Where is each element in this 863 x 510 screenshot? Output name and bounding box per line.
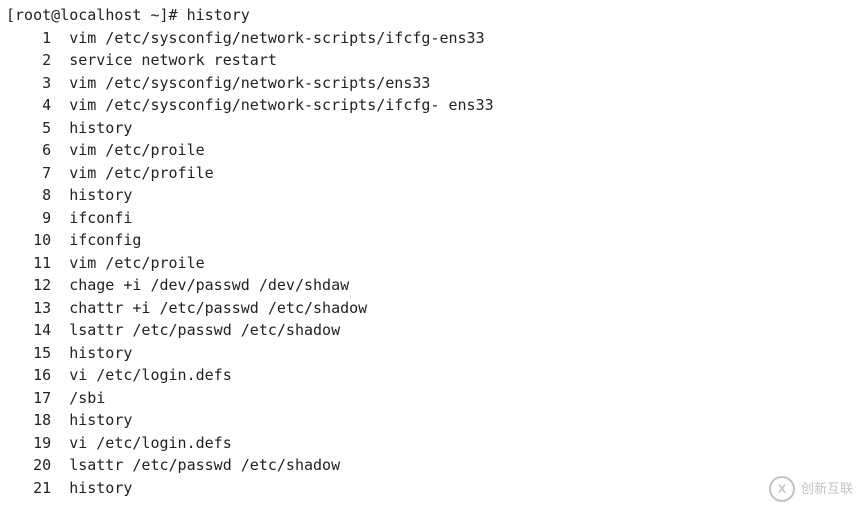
history-row: 12chage +i /dev/passwd /dev/shdaw — [6, 274, 857, 297]
history-row: 10ifconfig — [6, 229, 857, 252]
history-line-number: 1 — [6, 27, 69, 50]
history-command: ifconfi — [69, 207, 132, 230]
history-line-number: 20 — [6, 454, 69, 477]
history-command: vim /etc/sysconfig/network-scripts/ifcfg… — [69, 27, 484, 50]
history-line-number: 17 — [6, 387, 69, 410]
history-row: 4vim /etc/sysconfig/network-scripts/ifcf… — [6, 94, 857, 117]
history-row: 16vi /etc/login.defs — [6, 364, 857, 387]
history-line-number: 3 — [6, 72, 69, 95]
history-line-number: 4 — [6, 94, 69, 117]
history-command: vim /etc/sysconfig/network-scripts/ens33 — [69, 72, 430, 95]
history-row: 14lsattr /etc/passwd /etc/shadow — [6, 319, 857, 342]
history-row: 8history — [6, 184, 857, 207]
history-command: vi /etc/login.defs — [69, 432, 232, 455]
history-command: chage +i /dev/passwd /dev/shdaw — [69, 274, 349, 297]
history-command: service network restart — [69, 49, 277, 72]
history-command: /sbi — [69, 387, 105, 410]
history-row: 17/sbi — [6, 387, 857, 410]
history-line-number: 13 — [6, 297, 69, 320]
history-row: 15history — [6, 342, 857, 365]
history-command: vim /etc/proile — [69, 139, 204, 162]
history-line-number: 15 — [6, 342, 69, 365]
history-row: 19vi /etc/login.defs — [6, 432, 857, 455]
history-line-number: 8 — [6, 184, 69, 207]
history-command: vim /etc/sysconfig/network-scripts/ifcfg… — [69, 94, 493, 117]
history-line-number: 14 — [6, 319, 69, 342]
history-command: history — [69, 184, 132, 207]
history-command: lsattr /etc/passwd /etc/shadow — [69, 319, 340, 342]
history-line-number: 5 — [6, 117, 69, 140]
history-command: history — [69, 117, 132, 140]
history-row: 11vim /etc/proile — [6, 252, 857, 275]
history-row: 6vim /etc/proile — [6, 139, 857, 162]
history-row: 20lsattr /etc/passwd /etc/shadow — [6, 454, 857, 477]
history-row: 9ifconfi — [6, 207, 857, 230]
history-command: vi /etc/login.defs — [69, 364, 232, 387]
history-line-number: 16 — [6, 364, 69, 387]
history-command: history — [69, 342, 132, 365]
history-command: ifconfig — [69, 229, 141, 252]
history-row: 7vim /etc/profile — [6, 162, 857, 185]
history-command: history — [69, 409, 132, 432]
history-line-number: 18 — [6, 409, 69, 432]
history-row: 1vim /etc/sysconfig/network-scripts/ifcf… — [6, 27, 857, 50]
history-row: 5history — [6, 117, 857, 140]
history-line-number: 21 — [6, 477, 69, 500]
history-command: chattr +i /etc/passwd /etc/shadow — [69, 297, 367, 320]
history-row: 21history — [6, 477, 857, 500]
history-row: 3vim /etc/sysconfig/network-scripts/ens3… — [6, 72, 857, 95]
history-command: vim /etc/proile — [69, 252, 204, 275]
history-row: 13chattr +i /etc/passwd /etc/shadow — [6, 297, 857, 320]
history-line-number: 19 — [6, 432, 69, 455]
site-watermark: X 创新互联 — [769, 476, 853, 502]
history-row: 2service network restart — [6, 49, 857, 72]
watermark-text: 创新互联 — [801, 479, 853, 499]
history-line-number: 10 — [6, 229, 69, 252]
watermark-icon: X — [769, 476, 795, 502]
history-line-number: 2 — [6, 49, 69, 72]
history-line-number: 9 — [6, 207, 69, 230]
history-command: lsattr /etc/passwd /etc/shadow — [69, 454, 340, 477]
history-command: history — [69, 477, 132, 500]
terminal-output[interactable]: [root@localhost ~]# history 1vim /etc/sy… — [6, 4, 857, 499]
history-list: 1vim /etc/sysconfig/network-scripts/ifcf… — [6, 27, 857, 500]
history-line-number: 11 — [6, 252, 69, 275]
shell-prompt-line: [root@localhost ~]# history — [6, 4, 857, 27]
history-row: 18history — [6, 409, 857, 432]
history-line-number: 7 — [6, 162, 69, 185]
history-line-number: 6 — [6, 139, 69, 162]
history-line-number: 12 — [6, 274, 69, 297]
history-command: vim /etc/profile — [69, 162, 214, 185]
